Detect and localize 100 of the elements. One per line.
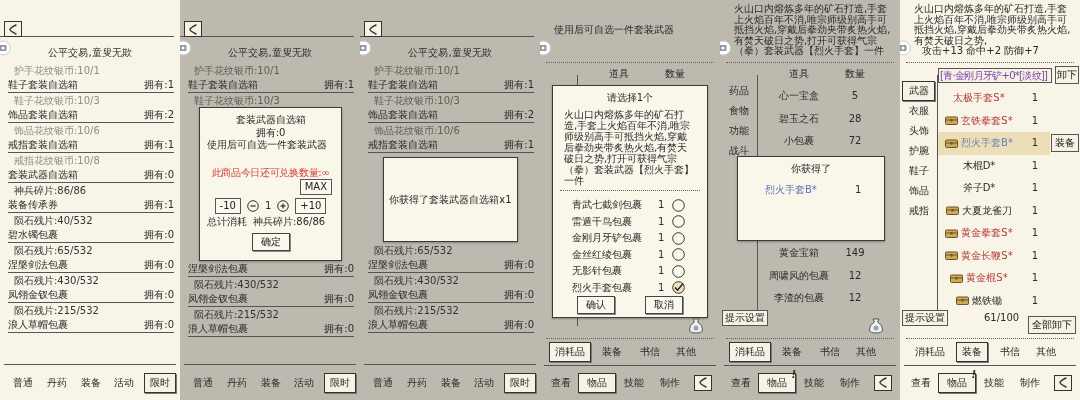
nav-tab[interactable]: 技能 — [978, 372, 1010, 393]
item-name[interactable]: 涅槃剑法包裹 — [368, 258, 428, 271]
item-name[interactable]: 凤翎金钗包裹 — [8, 288, 68, 301]
settings-button[interactable]: 提示设置 — [722, 310, 768, 326]
camera-icon[interactable] — [540, 40, 551, 56]
category-tab[interactable]: 饰品 — [902, 181, 935, 201]
back-button[interactable] — [364, 21, 382, 37]
item-row[interactable]: 玄铁拳套S* 1 — [938, 109, 1080, 132]
item-row[interactable]: 木棍D* 1 — [938, 154, 1080, 177]
category-tab[interactable]: 护腕 — [902, 141, 935, 161]
item-name[interactable]: 饰品套装自选箱 — [8, 108, 78, 121]
unequip-button[interactable]: 卸下 — [1055, 66, 1079, 84]
decrease-button[interactable] — [246, 200, 259, 212]
plus-ten-button[interactable]: +10 — [295, 198, 327, 214]
nav-tab[interactable]: 技能 — [618, 372, 650, 393]
category-tab[interactable]: 衣服 — [902, 101, 935, 121]
item-row[interactable]: 黄金宝箱 149 — [758, 242, 900, 265]
item-row[interactable]: 斧子D* 1 — [938, 177, 1080, 200]
radio-button[interactable] — [672, 231, 685, 245]
item-row[interactable]: 李渣的包裹 12 — [758, 287, 900, 310]
equip-button[interactable]: 装备 — [1051, 134, 1079, 153]
category-tab[interactable]: 其他 — [670, 341, 702, 362]
settings-button[interactable]: 提示设置 — [902, 310, 948, 326]
category-tab[interactable]: 其他 — [1030, 341, 1062, 362]
category-tab[interactable]: 活动 — [288, 372, 320, 393]
item-row[interactable]: 碧玉之石 28 — [758, 107, 900, 130]
back-button[interactable] — [874, 374, 892, 391]
item-name[interactable]: 凤翎金钗包裹 — [188, 292, 248, 305]
item-name[interactable]: 装备传承券 — [8, 198, 58, 211]
category-tab[interactable]: 活动 — [468, 372, 500, 393]
category-tab[interactable]: 装备 — [75, 372, 107, 393]
item-row[interactable]: 心一宝盒 5 — [758, 85, 900, 108]
nav-tab[interactable]: 查看 — [725, 372, 757, 393]
category-tab[interactable]: 武器 — [902, 81, 935, 101]
item-name[interactable]: 浪人草帽包裹 — [8, 318, 68, 331]
item-row[interactable]: 黄金棍S* 1 — [938, 267, 1080, 290]
radio-button[interactable] — [672, 198, 685, 212]
item-name[interactable]: 浪人草帽包裹 — [368, 318, 428, 331]
item-name[interactable]: 戒指套装自选箱 — [8, 138, 78, 151]
category-tab[interactable]: 限时 — [144, 372, 176, 393]
item-name[interactable]: 涅槃剑法包裹 — [8, 258, 68, 271]
increase-button[interactable] — [277, 200, 290, 212]
category-tab[interactable]: 装备 — [435, 372, 467, 393]
category-tab[interactable]: 丹药 — [221, 372, 253, 393]
category-tab[interactable]: 食物 — [722, 101, 755, 121]
category-tab[interactable]: 普通 — [367, 372, 399, 393]
camera-icon[interactable] — [900, 40, 911, 56]
confirm-button[interactable]: 确认 — [577, 296, 615, 314]
cancel-button[interactable]: 取消 — [645, 296, 683, 314]
item-name[interactable]: 饰品套装自选箱 — [368, 108, 438, 121]
item-row[interactable]: 太极手套S* 1 — [938, 87, 1080, 110]
item-row[interactable]: 大夏龙雀刀 1 — [938, 199, 1080, 222]
category-tab[interactable]: 消耗品 — [549, 341, 591, 362]
category-tab[interactable]: 装备 — [776, 341, 808, 362]
item-name[interactable]: 凤翎金钗包裹 — [368, 288, 428, 301]
category-tab[interactable]: 装备 — [596, 341, 628, 362]
category-tab[interactable]: 丹药 — [401, 372, 433, 393]
nav-tab[interactable]: 制作 — [654, 372, 686, 393]
category-tab[interactable]: 普通 — [187, 372, 219, 393]
item-name[interactable]: 鞋子套装自选箱 — [188, 78, 258, 91]
category-tab[interactable]: 战斗 — [722, 141, 755, 161]
item-name[interactable]: 涅槃剑法包裹 — [188, 262, 248, 275]
max-button[interactable]: MAX — [299, 179, 332, 195]
category-tab[interactable]: 其他 — [850, 341, 882, 362]
item-name[interactable]: 套装武器自选箱 — [8, 168, 78, 181]
category-tab[interactable]: 装备 — [956, 341, 988, 362]
nav-tab[interactable]: 查看 — [545, 372, 577, 393]
item-name[interactable]: 碧水镯包裹 — [8, 228, 58, 241]
back-button[interactable] — [4, 21, 22, 37]
category-tab[interactable]: 书信 — [633, 341, 666, 362]
pouch-icon[interactable] — [868, 317, 884, 334]
nav-tab[interactable]: 物品 — [578, 372, 616, 393]
pouch-icon[interactable] — [688, 317, 704, 334]
radio-button[interactable] — [672, 264, 685, 278]
category-tab[interactable]: 鞋子 — [902, 161, 935, 181]
category-tab[interactable]: 限时 — [504, 372, 536, 393]
nav-tab[interactable]: 技能 — [798, 372, 830, 393]
item-name[interactable]: 戒指套装自选箱 — [368, 138, 438, 151]
back-button[interactable] — [694, 374, 712, 391]
item-name[interactable]: 浪人草帽包裹 — [188, 322, 248, 335]
nav-tab[interactable]: 查看 — [905, 372, 937, 393]
nav-tab[interactable]: 制作 — [1014, 372, 1046, 393]
category-tab[interactable]: 普通 — [7, 372, 39, 393]
category-tab[interactable]: 限时 — [324, 372, 356, 393]
category-tab[interactable]: 活动 — [108, 372, 140, 393]
category-tab[interactable]: 书信 — [813, 341, 846, 362]
item-row[interactable]: 小包裹 72 — [758, 130, 900, 153]
camera-icon[interactable] — [720, 40, 731, 56]
item-row[interactable]: 黄金长鞭S* 1 — [938, 244, 1080, 267]
back-button[interactable] — [184, 21, 202, 37]
unequip-all-button[interactable]: 全部卸下 — [1028, 316, 1076, 334]
category-tab[interactable]: 消耗品 — [729, 341, 771, 362]
category-tab[interactable]: 功能 — [722, 121, 755, 141]
category-tab[interactable]: 装备 — [255, 372, 287, 393]
minus-ten-button[interactable]: -10 — [214, 198, 241, 214]
item-name[interactable]: 鞋子套装自选箱 — [368, 78, 438, 91]
category-tab[interactable]: 头饰 — [902, 121, 935, 141]
item-row[interactable]: 黄金拳套S* 1 — [938, 222, 1080, 245]
item-row[interactable]: 燃铁锄 1 — [938, 289, 1080, 312]
confirm-button[interactable]: 确定 — [251, 233, 290, 251]
